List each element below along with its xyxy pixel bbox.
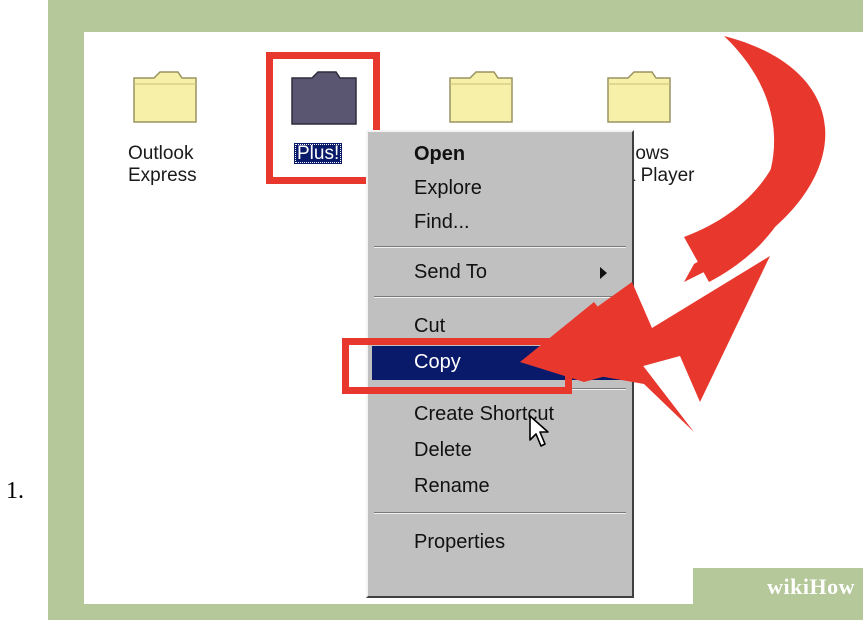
illustration-frame: Outlook Express Plus! indows dia Player … — [48, 0, 863, 620]
watermark-part2: How — [809, 574, 855, 599]
curved-arrow-annotation — [520, 36, 826, 432]
desktop-canvas: Outlook Express Plus! indows dia Player … — [84, 32, 863, 604]
wikihow-watermark: wikiHow — [693, 568, 863, 604]
step-number: 1. — [6, 478, 24, 504]
watermark-part1: wiki — [767, 574, 810, 599]
